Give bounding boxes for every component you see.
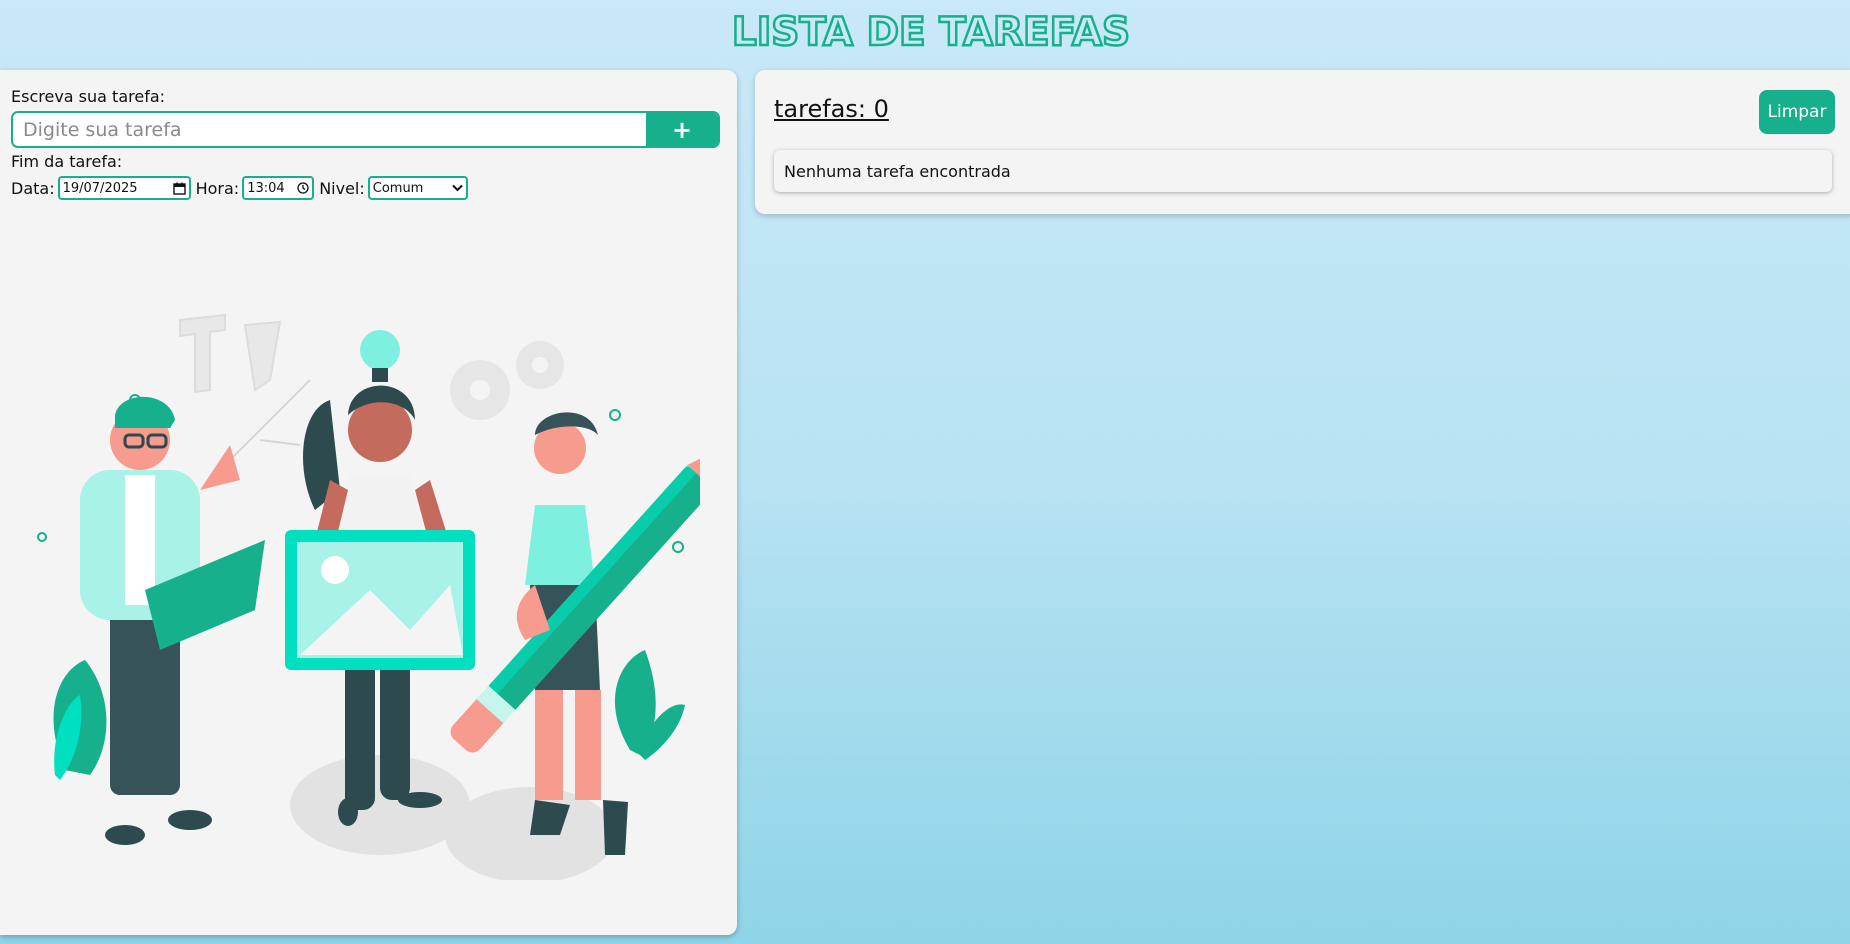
date-input[interactable]: 19/07/2025	[57, 176, 191, 200]
clock-icon[interactable]	[297, 182, 309, 194]
time-value: 13:04	[247, 180, 285, 196]
task-label: Escreva sua tarefa:	[11, 87, 166, 106]
time-label: Hora:	[195, 178, 240, 198]
page-title: LISTA DE TAREFAS	[731, 9, 1132, 57]
task-input-group: +	[11, 111, 720, 148]
date-value: 19/07/2025	[62, 180, 138, 196]
date-label: Data:	[11, 178, 55, 198]
team-illustration	[37, 313, 700, 880]
level-select[interactable]: Comum	[367, 176, 468, 200]
chevron-down-icon	[452, 184, 463, 192]
empty-task-message: Nenhuma tarefa encontrada	[774, 150, 1832, 192]
time-input[interactable]: 13:04	[242, 176, 315, 200]
empty-task-text: Nenhuma tarefa encontrada	[784, 161, 1011, 181]
calendar-icon[interactable]	[172, 182, 186, 195]
task-input[interactable]	[13, 113, 653, 146]
task-count: tarefas: 0	[774, 95, 889, 123]
task-form-panel: Escreva sua tarefa: + Fim da tarefa: Dat…	[0, 70, 737, 935]
clear-button[interactable]: Limpar	[1759, 90, 1835, 134]
deadline-row: Data: 19/07/2025 Hora: 13:04 Nivel: Comu…	[11, 176, 473, 200]
task-list-panel: tarefas: 0 Limpar Nenhuma tarefa encontr…	[755, 70, 1850, 214]
add-task-button[interactable]: +	[646, 113, 718, 146]
level-value: Comum	[372, 180, 424, 196]
end-label: Fim da tarefa:	[11, 152, 123, 171]
plus-icon: +	[671, 115, 693, 144]
level-label: Nivel:	[319, 178, 365, 198]
